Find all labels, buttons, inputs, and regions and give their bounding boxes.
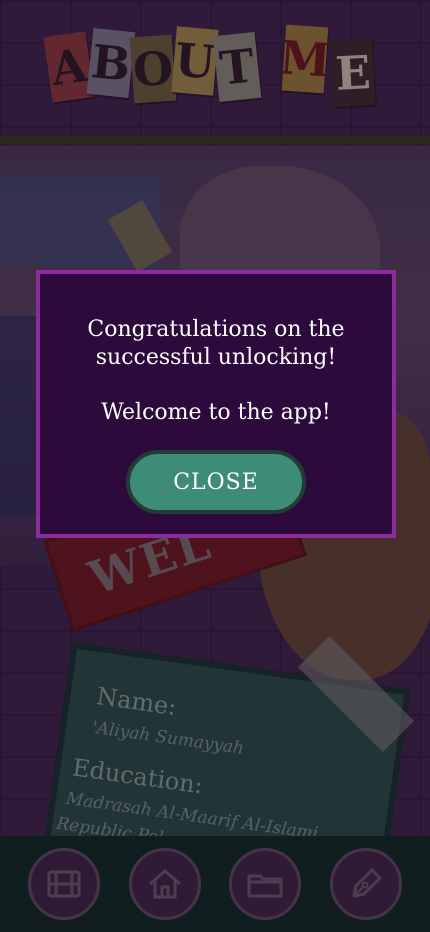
dialog-message-line2: successful unlocking! bbox=[95, 345, 337, 370]
unlock-success-dialog: Congratulations on the successful unlock… bbox=[36, 270, 396, 538]
dialog-welcome-text: Welcome to the app! bbox=[101, 400, 331, 425]
dialog-message-line1: Congratulations on the bbox=[87, 317, 345, 342]
close-button[interactable]: CLOSE bbox=[126, 450, 306, 514]
dialog-message: Congratulations on the successful unlock… bbox=[40, 316, 392, 372]
